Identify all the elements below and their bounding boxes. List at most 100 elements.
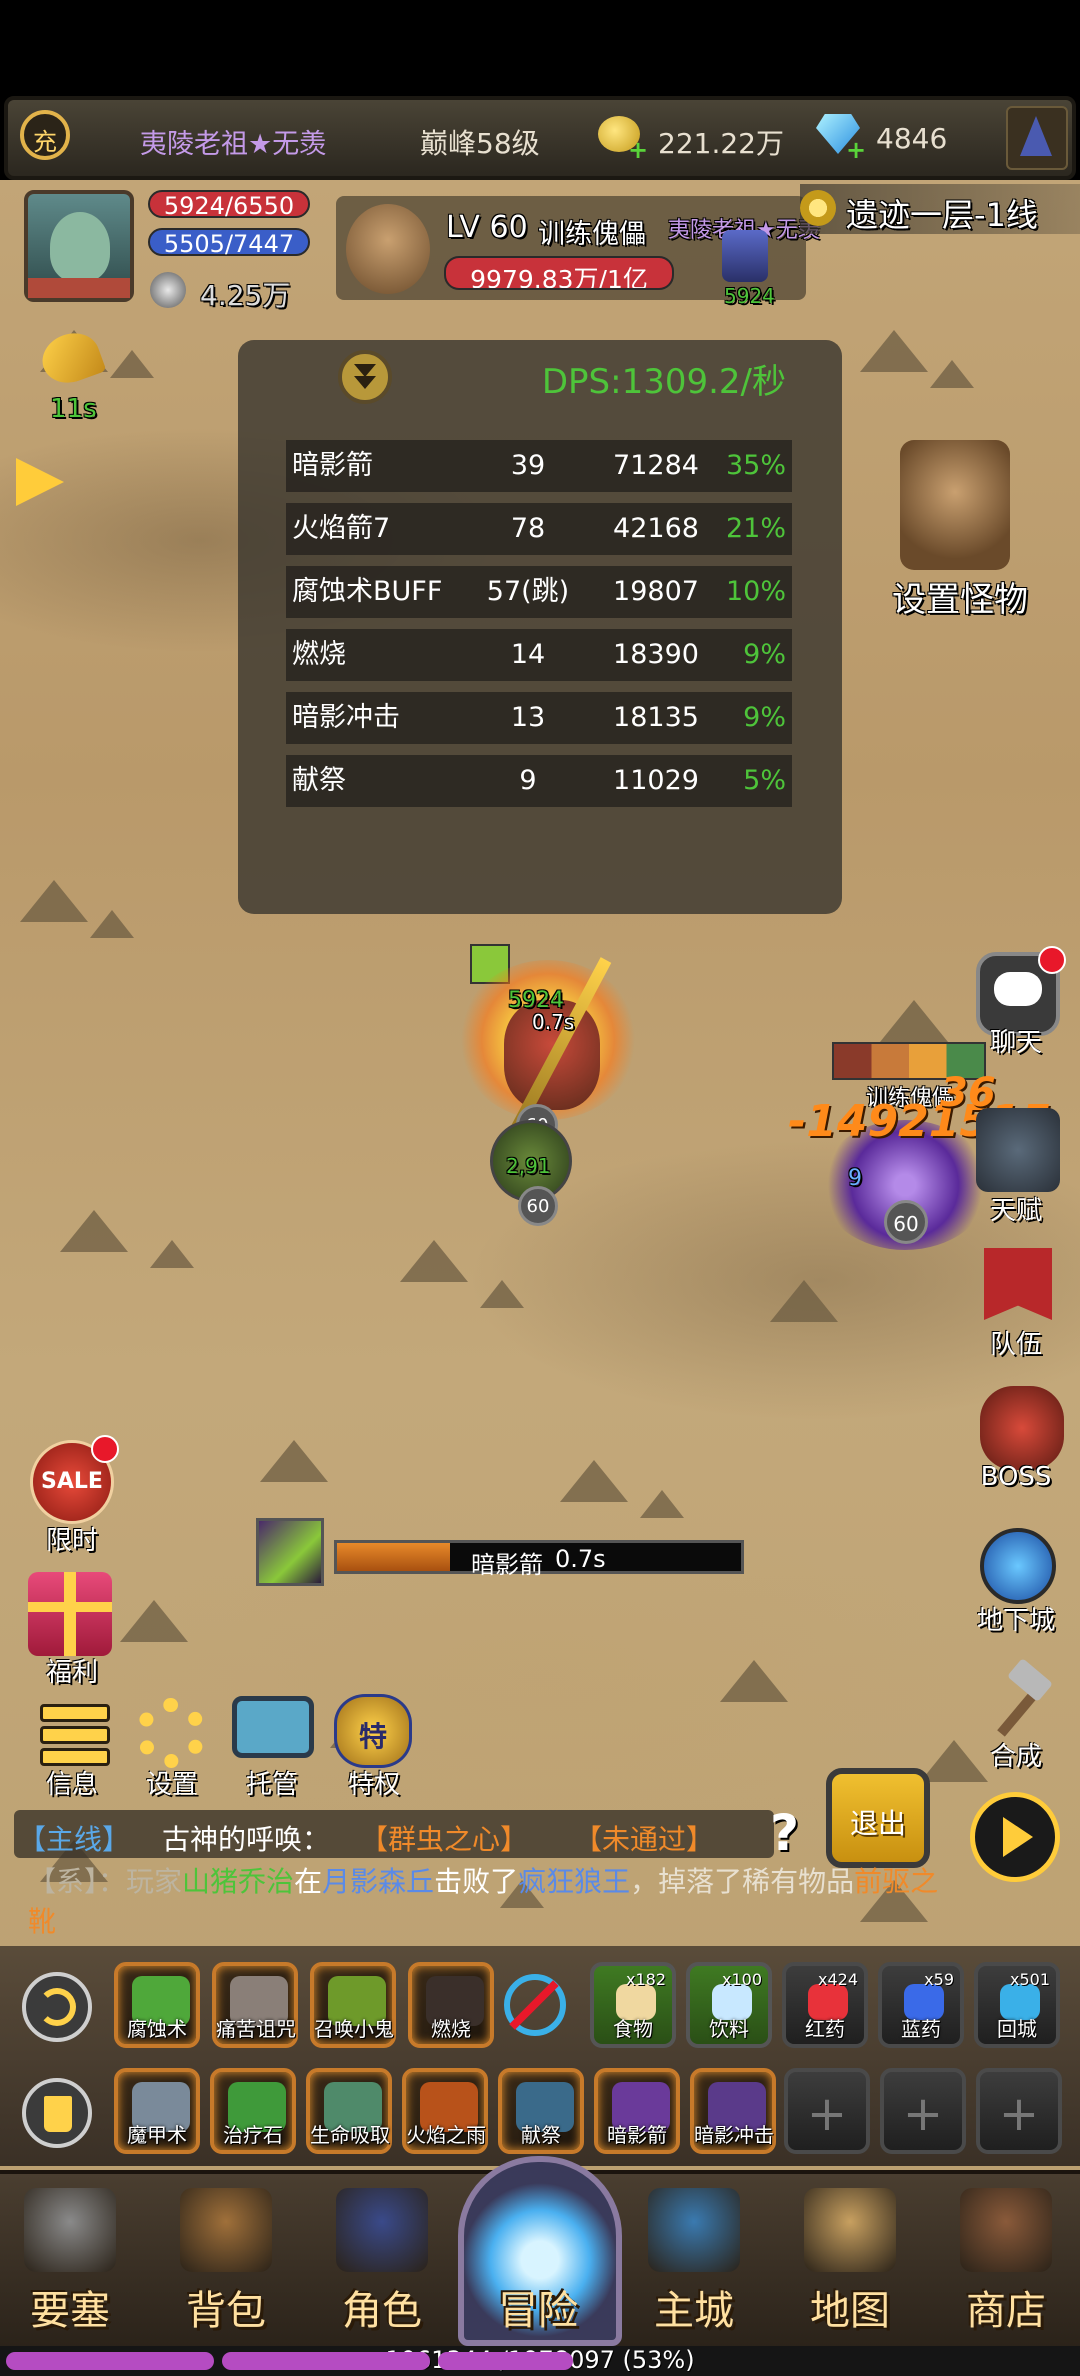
dungeon-portal-icon[interactable]	[980, 1528, 1056, 1604]
quest-help-text: ?	[770, 1804, 800, 1862]
item-slot[interactable]: x424 红药	[782, 1962, 868, 2048]
privilege-badge-icon[interactable]: 特	[334, 1694, 412, 1768]
set-monster-icon[interactable]	[900, 440, 1010, 570]
empty-slot[interactable]: +	[880, 2068, 966, 2154]
skill-label: 召唤小鬼	[314, 2017, 394, 2041]
skill-slot[interactable]: 魔甲术	[114, 2068, 200, 2154]
craft-label[interactable]: 合成	[956, 1736, 1076, 1773]
nav-map[interactable]: 地图	[780, 2170, 920, 2346]
set-monster-label[interactable]: 设置怪物	[892, 572, 1028, 621]
sale-icon[interactable]: SALE	[30, 1435, 119, 1524]
skill-slot[interactable]: 召唤小鬼	[310, 1962, 396, 2048]
next-arrow-icon[interactable]	[970, 1792, 1060, 1882]
skill-slot[interactable]: 腐蚀术	[114, 1962, 200, 2048]
nav-backpack[interactable]: 背包	[156, 2170, 296, 2346]
auto-target-off-icon[interactable]	[504, 1974, 566, 2036]
cast-skill-icon	[256, 1518, 324, 1586]
skill-slot[interactable]: 暗影冲击	[690, 2068, 776, 2154]
pet-value: 5924	[724, 284, 775, 308]
skill-slot[interactable]: 痛苦诅咒	[212, 1962, 298, 2048]
exit-button[interactable]: 退出	[826, 1768, 930, 1868]
trash-button[interactable]	[22, 2078, 92, 2148]
skill-slot[interactable]: 生命吸取	[306, 2068, 392, 2154]
skill-slot[interactable]: 火焰之雨	[402, 2068, 488, 2154]
dps-skill: 献祭	[292, 765, 346, 796]
dps-hits: 13	[510, 702, 546, 733]
dps-row: 火焰箭7 78 42168 21%	[286, 503, 792, 555]
item-count: x501	[1009, 1970, 1050, 1989]
boss-label[interactable]: BOSS	[956, 1462, 1076, 1492]
welfare-label[interactable]: 福利	[12, 1652, 132, 1689]
target-hp-bar: 9979.83万/1亿	[444, 256, 674, 290]
dungeon-label[interactable]: 地下城	[956, 1600, 1076, 1637]
cast-bar-fill	[337, 1543, 451, 1571]
fortress-icon	[24, 2188, 116, 2272]
dps-row: 暗影冲击 13 18135 9%	[286, 692, 792, 744]
recharge-button[interactable]: 充	[20, 110, 70, 160]
info-icon[interactable]	[34, 1698, 110, 1768]
skill-slot[interactable]: 治疗石	[210, 2068, 296, 2154]
xp-bar: 1061344 /1978097 (53%)	[0, 2346, 1080, 2376]
item-label: 回城	[997, 2017, 1037, 2041]
nav-main-city[interactable]: 主城	[624, 2170, 764, 2346]
system-message: 【系】：玩家山猪乔治在月影森丘击败了疯狂狼王，掉落了稀有物品前驱之靴	[28, 1862, 958, 1942]
nav-label: 主城	[654, 2288, 734, 2334]
nav-label: 角色	[342, 2288, 422, 2334]
auto-monitor-icon[interactable]	[232, 1696, 314, 1758]
pet-icon[interactable]	[722, 230, 768, 282]
team-label[interactable]: 队伍	[956, 1324, 1076, 1361]
item-slot[interactable]: x100 饮料	[686, 1962, 772, 2048]
privilege-label[interactable]: 特权	[314, 1764, 434, 1801]
skill-label: 暗影冲击	[694, 2123, 774, 2147]
player-portrait[interactable]	[24, 190, 134, 302]
target-level: LV 60	[446, 210, 528, 245]
nav-label: 地图	[810, 2288, 890, 2334]
recharge-label: 充	[33, 128, 57, 156]
player-level: 巅峰58级	[420, 127, 540, 160]
power-icon	[150, 272, 186, 308]
skill-slot[interactable]: 燃烧	[408, 1962, 494, 2048]
xp-segment	[222, 2352, 430, 2370]
main-city-icon	[648, 2188, 740, 2272]
dps-hits: 78	[510, 513, 546, 544]
swap-row-button[interactable]	[22, 1972, 92, 2042]
item-slot[interactable]: x59 蓝药	[878, 1962, 964, 2048]
wizard-hat-icon[interactable]	[1006, 106, 1068, 170]
dps-damage: 42168	[613, 513, 699, 544]
talent-icon[interactable]	[976, 1108, 1060, 1192]
quest-tag: 【主线】	[18, 1823, 131, 1856]
system-defeat: 击败了	[434, 1865, 519, 1898]
gift-icon[interactable]	[28, 1572, 112, 1656]
empty-slot[interactable]: +	[976, 2068, 1062, 2154]
settings-gear-icon[interactable]	[136, 1698, 206, 1768]
quest-help-icon[interactable]: ?	[758, 1802, 814, 1864]
nav-adventure[interactable]: 冒险	[468, 2170, 608, 2346]
system-in: 在	[294, 1865, 323, 1898]
add-slot-icon: +	[998, 2086, 1040, 2142]
collapse-icon[interactable]	[338, 350, 392, 404]
system-drop: ，掉落了稀有物品	[630, 1865, 855, 1898]
gold-add-icon[interactable]: +	[628, 136, 648, 164]
limited-label[interactable]: 限时	[12, 1520, 132, 1557]
diamond-amount: 4846	[876, 122, 948, 155]
item-slot[interactable]: x182 食物	[590, 1962, 676, 2048]
chat-label[interactable]: 聊天	[956, 1022, 1076, 1059]
skill-slot[interactable]: 献祭	[498, 2068, 584, 2154]
skill-slot[interactable]: 暗影箭	[594, 2068, 680, 2154]
target-portrait[interactable]	[346, 204, 430, 294]
nav-fortress[interactable]: 要塞	[0, 2170, 140, 2346]
nav-character[interactable]: 角色	[312, 2170, 452, 2346]
diamond-add-icon[interactable]: +	[846, 136, 866, 164]
privilege-badge-text: 特	[358, 1720, 387, 1753]
craft-hammer-icon[interactable]	[984, 1657, 1056, 1737]
empty-slot[interactable]: +	[784, 2068, 870, 2154]
add-slot-icon: +	[806, 2086, 848, 2142]
xp-segment	[6, 2352, 214, 2370]
quest-bar[interactable]: 【主线】 古神的呼唤： 【群虫之心】 【未通过】	[14, 1810, 774, 1858]
nav-shop[interactable]: 商店	[936, 2170, 1076, 2346]
item-slot[interactable]: x501 回城	[974, 1962, 1060, 2048]
boss-skull-icon[interactable]	[980, 1386, 1064, 1470]
quest-status: 【未通过】	[574, 1823, 715, 1856]
talent-label[interactable]: 天赋	[956, 1190, 1076, 1227]
expand-arrow-icon[interactable]	[16, 458, 64, 506]
